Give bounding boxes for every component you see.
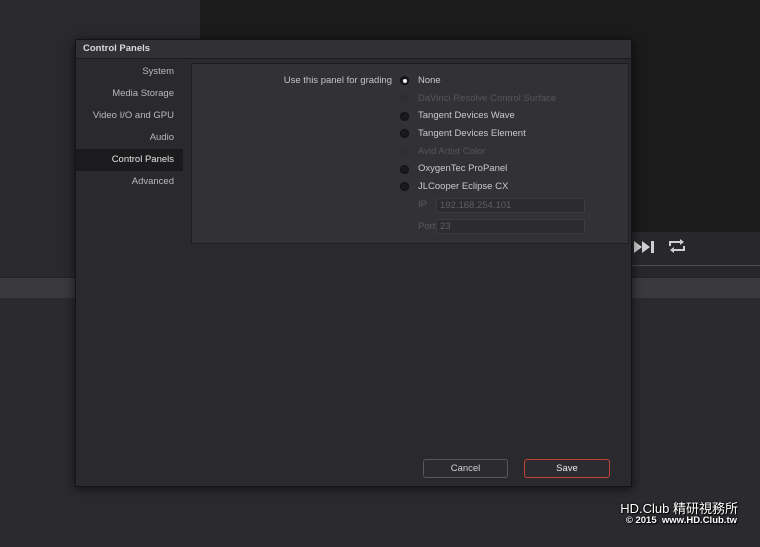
dialog-titlebar: Control Panels [76,40,631,59]
radio-option-avid-artist-color[interactable]: Avid Artist Color [192,143,628,161]
radio-button[interactable] [400,164,409,174]
radio-option-davinci-control-surface[interactable]: DaVinci Resolve Control Surface [192,90,628,108]
ip-label: IP [418,199,427,210]
port-field[interactable] [436,219,585,234]
watermark-copyright: © 2015 www.HD.Club.tw [625,515,737,526]
radio-option-label: Tangent Devices Element [418,128,526,140]
sidebar-item-video-io-gpu[interactable]: Video I/O and GPU [76,105,183,127]
radio-option-label: None [418,75,441,86]
radio-option-label: Tangent Devices Wave [418,110,515,122]
watermark-title: HD.Club 精研視務所 [620,501,738,516]
radio-option-oxygentec-propanel[interactable]: OxygenTec ProPanel [192,160,628,178]
ip-address-field[interactable] [436,198,585,213]
radio-option-none[interactable]: None [192,72,628,90]
control-panels-dialog: Control Panels System Media Storage Vide… [75,39,632,487]
radio-button[interactable] [400,129,409,139]
grading-panel-options: None DaVinci Resolve Control Surface Tan… [192,72,628,196]
port-label: Port [418,221,436,232]
radio-option-tangent-element[interactable]: Tangent Devices Element [192,125,628,143]
radio-option-label: JLCooper Eclipse CX [418,181,509,193]
control-panels-settings: Use this panel for grading None DaVinci … [191,63,629,244]
radio-option-label: Avid Artist Color [418,145,486,157]
sidebar-item-system[interactable]: System [76,61,183,83]
radio-button[interactable] [400,111,409,121]
cancel-button[interactable]: Cancel [423,459,508,478]
radio-option-label: OxygenTec ProPanel [418,163,508,175]
radio-button[interactable] [400,182,409,192]
sidebar-item-control-panels[interactable]: Control Panels [76,149,183,171]
sidebar-item-advanced[interactable]: Advanced [76,171,183,193]
preferences-sidebar: System Media Storage Video I/O and GPU A… [76,61,183,193]
radio-button[interactable] [400,147,409,157]
dialog-title: Control Panels [83,43,151,54]
loop-icon[interactable] [668,238,686,254]
scrubber-line[interactable] [630,265,760,266]
save-button[interactable]: Save [524,459,610,478]
sidebar-item-audio[interactable]: Audio [76,127,183,149]
radio-option-label: DaVinci Resolve Control Surface [418,92,557,104]
radio-button[interactable] [400,93,409,103]
sidebar-item-media-storage[interactable]: Media Storage [76,83,183,105]
radio-option-jlcooper-eclipse[interactable]: JLCooper Eclipse CX [192,178,628,196]
radio-option-tangent-wave[interactable]: Tangent Devices Wave [192,107,628,125]
radio-button[interactable] [400,76,409,86]
skip-to-end-icon[interactable] [634,240,658,254]
